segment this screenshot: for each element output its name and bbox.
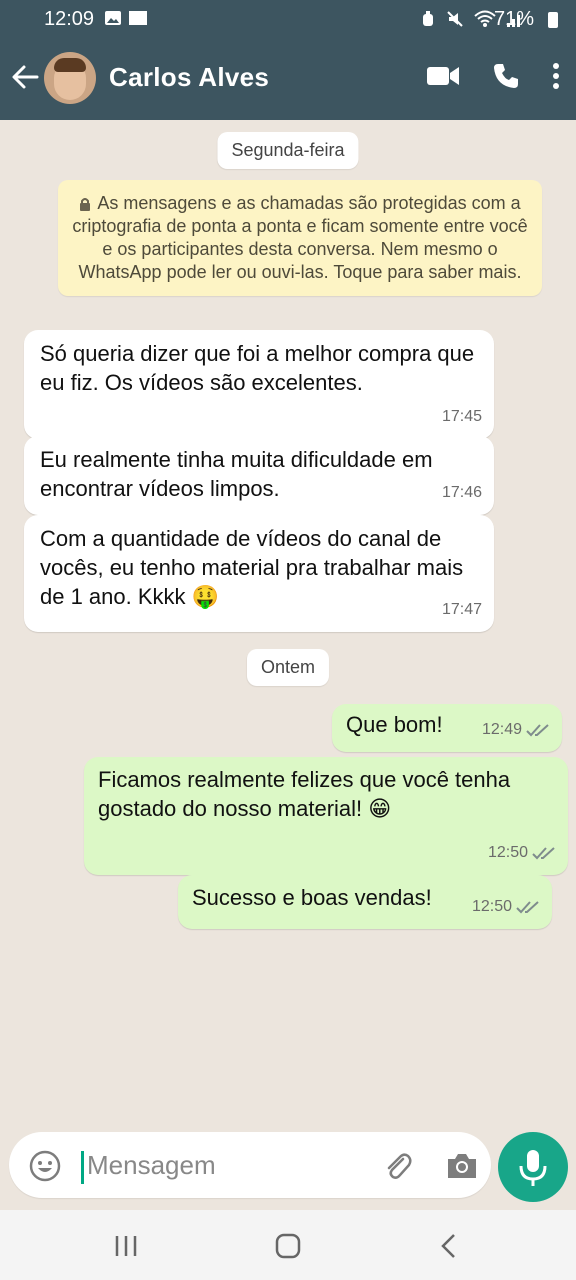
battery-icon [548,12,558,28]
home-icon [275,1233,301,1259]
message-time: 12:49 [481,721,522,738]
paperclip-icon [387,1153,412,1179]
message-input[interactable]: Mensagem [9,1132,491,1198]
message-status: 12:50 [472,892,540,921]
outgoing-message[interactable]: Que bom! 12:49 [332,704,562,752]
text-caret [81,1151,84,1184]
message-text: Ficamos realmente felizes que você tenha… [98,767,511,821]
avatar[interactable] [44,52,96,104]
video-call-icon[interactable] [426,64,460,88]
camera-icon [448,1154,476,1178]
message-placeholder[interactable]: Mensagem [87,1150,216,1181]
message-status: 12:49 [482,715,550,744]
header-actions [426,62,560,90]
camera-button[interactable] [445,1150,479,1182]
status-notifications [104,10,148,26]
chevron-left-icon [441,1234,455,1258]
message-time: 12:50 [487,844,528,861]
back-nav-button[interactable] [434,1230,466,1262]
double-check-icon [526,723,549,736]
voice-call-icon[interactable] [492,62,520,90]
arrow-left-icon [12,65,39,89]
message-text: Eu realmente tinha muita dificuldade em … [40,447,433,501]
alarm-icon [423,11,433,26]
incoming-message[interactable]: Eu realmente tinha muita dificuldade em … [24,436,494,515]
back-button[interactable] [10,62,40,92]
card-icon [129,11,147,25]
gallery-icon [105,11,121,25]
emoji-button[interactable] [29,1150,61,1182]
chat-header: Carlos Alves [0,42,576,120]
avatar-hair [54,58,86,72]
status-bar: 12:09 71% [0,0,576,42]
lock-icon [80,198,91,212]
message-time: 12:50 [471,898,512,915]
status-time: 12:09 [44,8,95,30]
home-button[interactable] [272,1230,304,1262]
date-chip: Ontem [246,649,330,686]
emoji-icon [29,1150,61,1182]
message-time: 17:47 [441,601,482,618]
attach-button[interactable] [381,1150,413,1182]
battery-percentage: 71% [493,8,534,30]
mute-icon [447,11,463,27]
encryption-notice-text: As mensagens e as chamadas são protegida… [72,193,528,282]
wifi-icon [474,10,496,27]
double-check-icon [532,846,555,859]
incoming-message[interactable]: Só queria dizer que foi a melhor compra … [24,330,494,439]
message-text: Só queria dizer que foi a melhor compra … [40,341,475,395]
encryption-notice[interactable]: As mensagens e as chamadas são protegida… [58,180,542,296]
incoming-message[interactable]: Com a quantidade de vídeos do canal de v… [24,515,494,632]
message-composer: Mensagem [0,1130,576,1210]
recent-apps-button[interactable] [110,1230,142,1262]
outgoing-message[interactable]: Sucesso e boas vendas! 12:50 [178,875,552,929]
more-options-icon[interactable] [552,62,560,90]
voice-message-button[interactable] [498,1132,568,1202]
contact-name[interactable]: Carlos Alves [109,62,269,93]
message-time: 17:46 [441,484,482,501]
microphone-icon [519,1150,547,1186]
message-text: Com a quantidade de vídeos do canal de v… [40,526,464,609]
message-status: 12:50 [488,838,556,867]
message-text: Que bom! [346,712,443,737]
system-navigation-bar [0,1210,576,1280]
message-text: Sucesso e boas vendas! [192,885,432,910]
outgoing-message[interactable]: Ficamos realmente felizes que você tenha… [84,757,568,875]
date-chip: Segunda-feira [217,132,359,169]
recent-apps-icon [115,1236,137,1256]
chat-area[interactable]: Segunda-feira As mensagens e as chamadas… [0,120,576,1130]
message-time: 17:45 [441,408,482,425]
double-check-icon [516,900,539,913]
